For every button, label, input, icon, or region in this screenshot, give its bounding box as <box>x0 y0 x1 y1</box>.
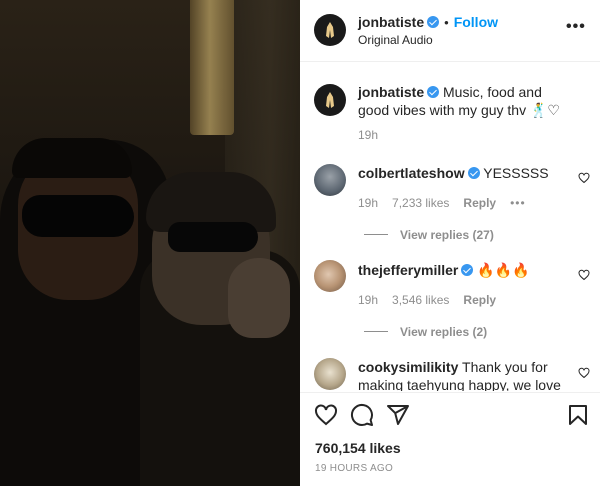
replies-divider-line <box>364 331 388 332</box>
reply-button[interactable]: Reply <box>463 196 496 210</box>
comment-username[interactable]: thejefferymiller <box>358 262 458 278</box>
comment-text: 🔥🔥🔥 <box>477 262 530 278</box>
person-right-hand <box>228 258 290 338</box>
comment-meta: 19h 3,546 likes Reply <box>358 293 510 307</box>
comment-time: 19h <box>358 196 379 210</box>
view-replies-label[interactable]: View replies (27) <box>400 228 494 242</box>
comment-username[interactable]: cookysimilikity <box>358 359 458 375</box>
comment-item: thejefferymiller 🔥🔥🔥 19h 3,546 likes Reply… <box>300 257 600 347</box>
comment-text: Thank you for <box>462 359 548 375</box>
view-replies-button[interactable]: View replies (27) <box>364 228 494 242</box>
comment-like-heart-icon[interactable] <box>578 172 590 184</box>
verified-badge-icon <box>467 167 480 179</box>
comment-body: colbertlateshow YESSSSS <box>358 164 578 182</box>
comment-avatar[interactable] <box>314 164 346 196</box>
comment-text: YESSSSS <box>483 165 549 181</box>
comment-text-continued: making taehyung happy, we love u <box>358 377 561 391</box>
verified-badge-icon <box>427 16 440 28</box>
verified-badge-icon <box>427 86 440 98</box>
background-lamp <box>190 0 234 135</box>
comment-avatar[interactable] <box>314 260 346 292</box>
share-icon[interactable] <box>386 403 410 427</box>
more-icon[interactable]: ••• <box>566 18 586 36</box>
praying-hands-icon <box>326 22 334 38</box>
caption-avatar[interactable] <box>314 84 346 116</box>
follow-button[interactable]: Follow <box>454 14 498 30</box>
person-right-sunglasses <box>168 222 258 252</box>
post-actions <box>300 392 600 438</box>
comment-item: colbertlateshow YESSSSS 19h 7,233 likes Re… <box>300 160 600 250</box>
comment-avatar[interactable] <box>314 358 346 390</box>
reply-button[interactable]: Reply <box>463 293 496 307</box>
comment-likes[interactable]: 3,546 likes <box>392 293 449 307</box>
caption-text-block: jonbatiste Music, food and good vibes wi… <box>358 83 568 119</box>
caption: jonbatiste Music, food and good vibes wi… <box>300 80 600 145</box>
comment-meta: 19h 7,233 likes Reply ••• <box>358 196 540 210</box>
replies-divider-line <box>364 234 388 235</box>
bookmark-icon[interactable] <box>566 403 590 427</box>
comment-body: thejefferymiller 🔥🔥🔥 <box>358 261 578 279</box>
post-timestamp[interactable]: 19 HOURS AGO <box>315 463 393 474</box>
header-title-row: jonbatiste • Follow <box>358 14 498 32</box>
caption-time: 19h <box>358 128 379 142</box>
heart-icon[interactable] <box>314 403 338 427</box>
comment-body: cookysimilikity Thank you for making tae… <box>358 358 572 391</box>
verified-badge-icon <box>461 264 474 276</box>
post-video[interactable] <box>0 0 300 486</box>
comment-username[interactable]: colbertlateshow <box>358 165 465 181</box>
praying-hands-icon <box>326 92 334 108</box>
person-left-hair <box>12 138 132 178</box>
comment-item: cookysimilikity Thank you for making tae… <box>300 356 600 391</box>
caption-username[interactable]: jonbatiste <box>358 84 424 100</box>
comment-time: 19h <box>358 293 379 307</box>
post-like-count[interactable]: 760,154 likes <box>315 440 401 456</box>
person-left-sunglasses <box>22 195 134 237</box>
post-header: jonbatiste • Follow Original Audio ••• <box>300 0 600 62</box>
audio-link[interactable]: Original Audio <box>358 33 433 47</box>
author-username[interactable]: jonbatiste <box>358 14 424 30</box>
author-avatar[interactable] <box>314 14 346 46</box>
comment-likes[interactable]: 7,233 likes <box>392 196 449 210</box>
comment-like-heart-icon[interactable] <box>578 367 590 379</box>
comment-like-heart-icon[interactable] <box>578 269 590 281</box>
separator-dot: • <box>444 15 449 30</box>
caption-emoji: 🕺♡ <box>529 102 560 118</box>
view-replies-label[interactable]: View replies (2) <box>400 325 487 339</box>
view-replies-button[interactable]: View replies (2) <box>364 325 487 339</box>
post-sidebar: jonbatiste • Follow Original Audio ••• jon… <box>300 0 600 486</box>
comment-icon[interactable] <box>350 403 374 427</box>
comment-more-icon[interactable]: ••• <box>510 196 526 210</box>
